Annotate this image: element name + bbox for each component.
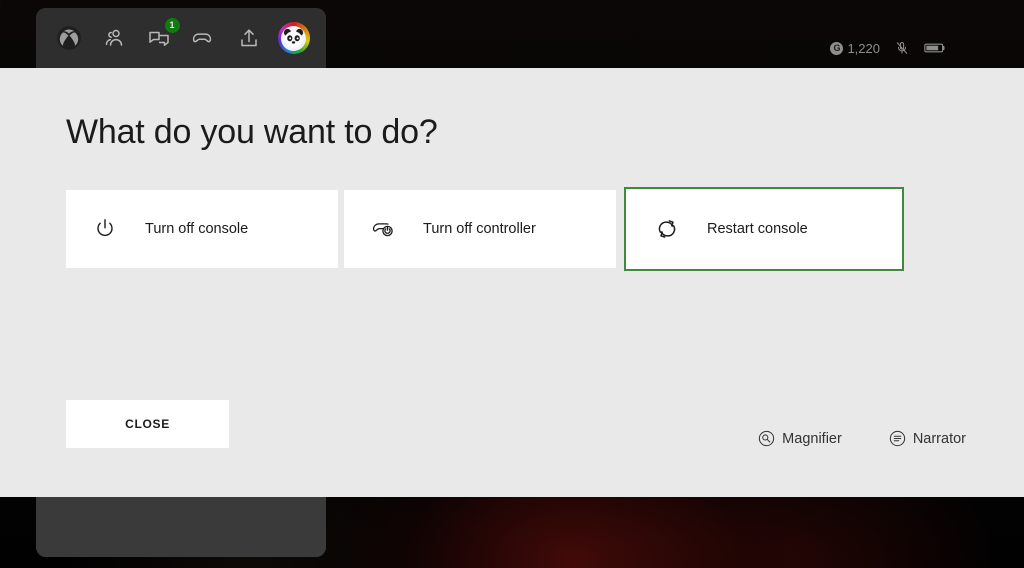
messages-icon[interactable]: 1 — [142, 18, 180, 55]
avatar-panda-face — [281, 25, 306, 51]
power-icon — [92, 216, 118, 242]
microphone-muted-icon — [894, 40, 910, 56]
narrator-label: Narrator — [912, 430, 966, 447]
power-options-dialog: What do you want to do? Turn off console — [0, 68, 1024, 497]
option-turn-off-console[interactable]: Turn off console — [66, 190, 338, 268]
narrator-button[interactable]: Narrator — [889, 430, 966, 447]
restart-icon — [654, 216, 680, 242]
share-icon[interactable] — [232, 21, 266, 55]
accessibility-options: Magnifier Narrator — [758, 430, 966, 447]
magnifier-label: Magnifier — [782, 430, 842, 447]
controller-power-icon — [370, 216, 396, 242]
narrator-icon — [889, 430, 906, 447]
option-restart-console[interactable]: Restart console — [624, 187, 904, 271]
game-controller-icon[interactable] — [187, 21, 221, 55]
option-label: Restart console — [707, 221, 808, 237]
profile-avatar[interactable] — [277, 21, 311, 55]
status-bar: G 1,220 — [830, 40, 946, 56]
magnifier-icon — [758, 430, 775, 447]
guide-panel-bottom — [36, 497, 326, 557]
gamerscore: G 1,220 — [830, 41, 880, 56]
option-turn-off-controller[interactable]: Turn off controller — [344, 190, 616, 268]
guide-nav-bar: 1 — [36, 8, 326, 68]
gamerscore-badge-icon: G — [830, 41, 844, 55]
gamerscore-value: 1,220 — [847, 40, 880, 56]
people-icon[interactable] — [97, 21, 131, 55]
battery-icon — [924, 41, 946, 55]
option-label: Turn off controller — [423, 221, 536, 237]
messages-badge: 1 — [164, 18, 180, 33]
option-label: Turn off console — [145, 221, 249, 237]
xbox-screen: 1 G 1,220 What do you want to do? Turn o… — [0, 0, 1024, 568]
avatar — [277, 22, 310, 54]
xbox-home-icon[interactable] — [52, 21, 86, 55]
magnifier-button[interactable]: Magnifier — [758, 430, 842, 447]
close-button[interactable]: CLOSE — [66, 400, 229, 448]
power-options-list: Turn off console Turn off controller Res… — [66, 187, 904, 271]
page-title: What do you want to do? — [66, 113, 438, 151]
